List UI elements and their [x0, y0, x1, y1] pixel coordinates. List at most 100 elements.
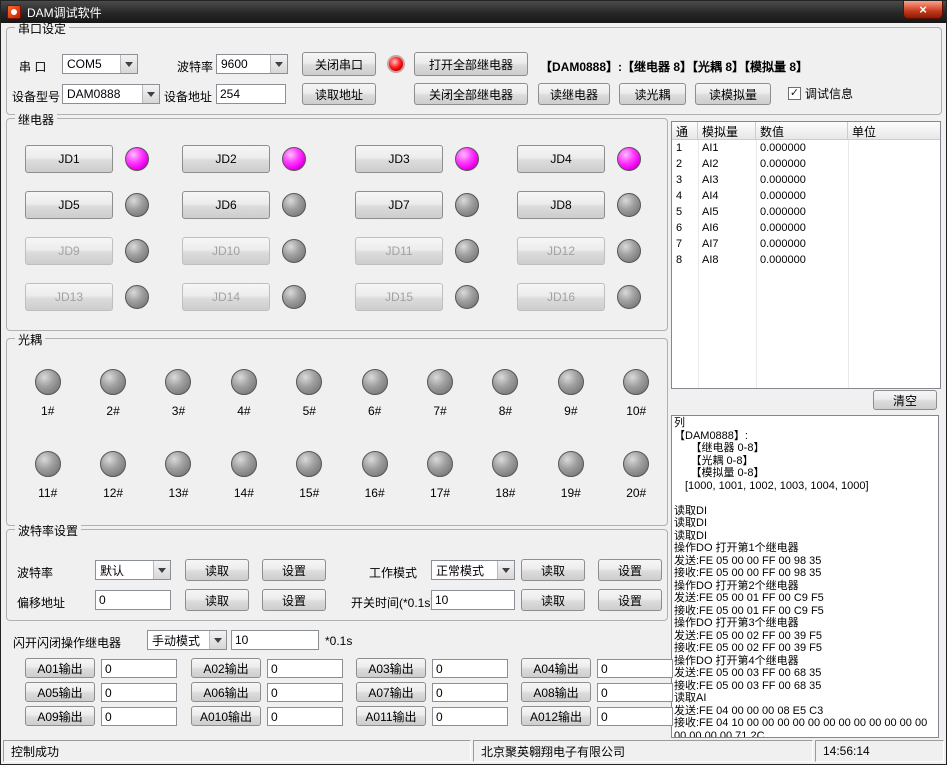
chevron-down-icon[interactable]	[497, 561, 514, 579]
relay-led-jd6	[282, 193, 306, 217]
close-serial-button[interactable]: 关闭串口	[302, 52, 376, 76]
chevron-down-icon[interactable]	[142, 85, 159, 103]
flash-mode-combo[interactable]: 手动模式	[147, 630, 227, 650]
table-row[interactable]: 6AI60.000000	[672, 220, 940, 236]
relay-button-jd3[interactable]: JD3	[355, 145, 443, 173]
ao-button-a07[interactable]: A07输出	[356, 682, 426, 702]
debug-info-checkbox[interactable]: ✓ 调试信息	[788, 85, 853, 102]
ao-input-a08[interactable]	[597, 683, 673, 702]
read-relays-button[interactable]: 读继电器	[538, 83, 610, 105]
baud-read-button[interactable]: 读取	[185, 559, 249, 581]
ao-button-a011[interactable]: A011输出	[356, 706, 426, 726]
read-analog-button[interactable]: 读模拟量	[695, 83, 771, 105]
ao-input-a012[interactable]	[597, 707, 673, 726]
work-mode-set-button[interactable]: 设置	[598, 559, 662, 581]
work-mode-combo[interactable]: 正常模式	[431, 560, 515, 580]
relay-button-jd8[interactable]: JD8	[517, 191, 605, 219]
relay-button-jd4[interactable]: JD4	[517, 145, 605, 173]
table-gridline	[698, 140, 699, 388]
table-row[interactable]: 7AI70.000000	[672, 236, 940, 252]
table-row[interactable]: 5AI50.000000	[672, 204, 940, 220]
ao-input-a04[interactable]	[597, 659, 673, 678]
relay-led-jd16	[617, 285, 641, 309]
ao-button-a012[interactable]: A012输出	[521, 706, 591, 726]
ao-button-a010[interactable]: A010输出	[191, 706, 261, 726]
opto-led-18	[492, 451, 518, 477]
ao-button-a04[interactable]: A04输出	[521, 658, 591, 678]
debug-log[interactable]: 列 【DAM0888】: 【继电器 0-8】 【光耦 0-8】 【模拟量 0-8…	[671, 415, 939, 738]
relay-group: 继电器 JD1 JD2 JD3 JD4 JD5 JD6 JD7 JD8 JD9 …	[6, 118, 668, 331]
ao-input-a06[interactable]	[267, 683, 343, 702]
table-row[interactable]: 1AI10.000000	[672, 140, 940, 156]
ao-button-a01[interactable]: A01输出	[25, 658, 95, 678]
chevron-down-icon[interactable]	[120, 55, 137, 73]
ao-button-a08[interactable]: A08输出	[521, 682, 591, 702]
read-opto-button[interactable]: 读光耦	[619, 83, 686, 105]
table-row[interactable]: 3AI30.000000	[672, 172, 940, 188]
read-address-button[interactable]: 读取地址	[302, 83, 376, 105]
relay-button-jd11[interactable]: JD11	[355, 237, 443, 265]
switch-time-read-button[interactable]: 读取	[521, 589, 585, 611]
ao-input-a01[interactable]	[101, 659, 177, 678]
relay-button-jd1[interactable]: JD1	[25, 145, 113, 173]
title-bar[interactable]: DAM调试软件 ×	[1, 1, 946, 23]
close-all-relays-button[interactable]: 关闭全部继电器	[414, 83, 528, 105]
header-unit[interactable]: 单位	[848, 122, 940, 139]
work-mode-read-button[interactable]: 读取	[521, 559, 585, 581]
relay-button-jd10[interactable]: JD10	[182, 237, 270, 265]
ao-input-a011[interactable]	[432, 707, 508, 726]
ao-input-a02[interactable]	[267, 659, 343, 678]
ao-button-a06[interactable]: A06输出	[191, 682, 261, 702]
relay-button-jd12[interactable]: JD12	[517, 237, 605, 265]
clear-button[interactable]: 清空	[873, 390, 937, 410]
relay-button-jd7[interactable]: JD7	[355, 191, 443, 219]
chevron-down-icon[interactable]	[270, 55, 287, 73]
relay-button-jd14[interactable]: JD14	[182, 283, 270, 311]
ao-button-a03[interactable]: A03输出	[356, 658, 426, 678]
ao-button-a09[interactable]: A09输出	[25, 706, 95, 726]
ao-button-a05[interactable]: A05输出	[25, 682, 95, 702]
offset-address-input[interactable]	[95, 590, 171, 610]
table-row[interactable]: 4AI40.000000	[672, 188, 940, 204]
relay-button-jd9[interactable]: JD9	[25, 237, 113, 265]
relay-button-jd16[interactable]: JD16	[517, 283, 605, 311]
relay-led-jd4	[617, 147, 641, 171]
header-channel[interactable]: 通	[672, 122, 698, 139]
ao-input-a03[interactable]	[432, 659, 508, 678]
ao-input-a09[interactable]	[101, 707, 177, 726]
port-combo-value: COM5	[63, 57, 120, 71]
ao-input-a05[interactable]	[101, 683, 177, 702]
switch-time-label: 开关时间(*0.1s)	[351, 594, 434, 611]
relay-button-jd6[interactable]: JD6	[182, 191, 270, 219]
open-all-relays-button[interactable]: 打开全部继电器	[414, 52, 528, 76]
relay-button-jd2[interactable]: JD2	[182, 145, 270, 173]
switch-time-input[interactable]	[431, 590, 515, 610]
close-button[interactable]: ×	[903, 1, 943, 19]
baud-combo[interactable]: 9600	[216, 54, 288, 74]
header-analog[interactable]: 模拟量	[698, 122, 756, 139]
baud-set-button[interactable]: 设置	[262, 559, 326, 581]
relay-led-jd7	[455, 193, 479, 217]
opto-led-14	[231, 451, 257, 477]
offset-read-button[interactable]: 读取	[185, 589, 249, 611]
relay-button-jd13[interactable]: JD13	[25, 283, 113, 311]
baud-default-combo[interactable]: 默认	[95, 560, 171, 580]
relay-button-jd15[interactable]: JD15	[355, 283, 443, 311]
model-combo[interactable]: DAM0888	[62, 84, 160, 104]
port-combo[interactable]: COM5	[62, 54, 138, 74]
flash-time-input[interactable]	[231, 630, 319, 650]
relay-button-jd5[interactable]: JD5	[25, 191, 113, 219]
device-address-input[interactable]	[216, 84, 286, 104]
chevron-down-icon[interactable]	[209, 631, 226, 649]
table-row[interactable]: 2AI20.000000	[672, 156, 940, 172]
switch-time-set-button[interactable]: 设置	[598, 589, 662, 611]
table-row[interactable]: 8AI80.000000	[672, 252, 940, 268]
ao-input-a07[interactable]	[432, 683, 508, 702]
offset-set-button[interactable]: 设置	[262, 589, 326, 611]
ao-input-a010[interactable]	[267, 707, 343, 726]
header-value[interactable]: 数值	[756, 122, 848, 139]
ao-button-a02[interactable]: A02输出	[191, 658, 261, 678]
table-gridline	[756, 140, 757, 388]
baud-label: 波特率	[177, 58, 213, 75]
chevron-down-icon[interactable]	[153, 561, 170, 579]
